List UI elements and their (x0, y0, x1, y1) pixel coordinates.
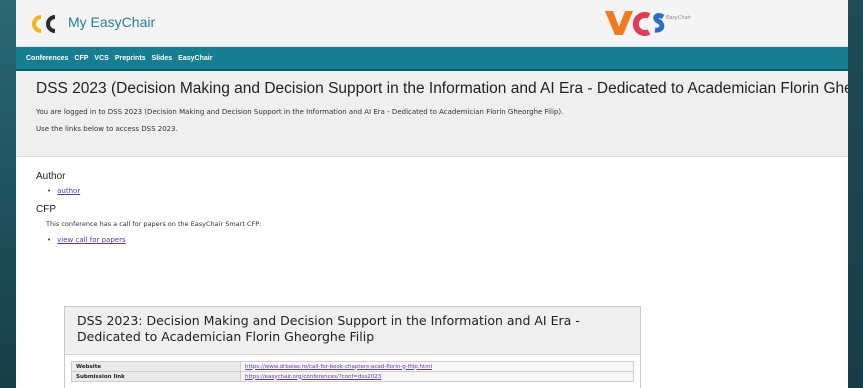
nav-slides[interactable]: Slides (152, 55, 173, 62)
page-header: My EasyChair EasyChair (16, 0, 848, 47)
view-cfp-link[interactable]: view call for papers (57, 236, 125, 244)
website-cell: https://www.drbalas.ro/call-for-book-cha… (240, 361, 634, 372)
intro-panel: DSS 2023 (Decision Making and Decision S… (16, 71, 848, 157)
website-link[interactable]: https://www.drbalas.ro/call-for-book-cha… (245, 364, 432, 370)
vcs-subtext: EasyChair (666, 15, 691, 21)
table-row: Website https://www.drbalas.ro/call-for-… (71, 361, 634, 372)
page-title: DSS 2023 (Decision Making and Decision S… (36, 80, 848, 97)
submission-link[interactable]: https://easychair.org/conferences/?conf=… (245, 374, 381, 380)
cfp-heading: CFP (36, 204, 56, 215)
my-easychair-link[interactable]: My EasyChair (68, 14, 155, 30)
cfp-info-table: Website https://www.drbalas.ro/call-for-… (71, 361, 634, 382)
submission-link-cell: https://easychair.org/conferences/?conf=… (240, 371, 634, 382)
logged-in-message: You are logged in to DSS 2023 (Decision … (36, 108, 564, 116)
cfp-description: This conference has a call for papers on… (46, 220, 262, 228)
instructions-text: Use the links below to access DSS 2023. (36, 125, 178, 134)
browser-page: My EasyChair EasyChair Conferences CFP V… (16, 0, 848, 388)
cfp-card: DSS 2023: Decision Making and Decision S… (64, 306, 641, 388)
easychair-logo-icon[interactable] (30, 13, 64, 35)
nav-vcs[interactable]: VCS (94, 55, 108, 62)
cfp-links: view call for papers (36, 237, 828, 244)
list-item: view call for papers (47, 237, 828, 244)
submission-link-label: Submission link (71, 371, 241, 382)
main-content: Author author CFP This conference has a … (16, 171, 848, 244)
author-link[interactable]: author (57, 187, 80, 195)
nav-cfp[interactable]: CFP (74, 55, 88, 62)
website-label: Website (71, 361, 241, 372)
list-item: author (47, 188, 828, 195)
nav-easychair[interactable]: EasyChair (178, 55, 212, 62)
top-nav: Conferences CFP VCS Preprints Slides Eas… (16, 47, 848, 69)
table-row: Submission link https://easychair.org/co… (71, 371, 634, 382)
desktop-background-left (0, 0, 16, 388)
vcs-logo-icon[interactable] (601, 7, 701, 39)
author-links: author (36, 188, 828, 195)
nav-conferences[interactable]: Conferences (26, 55, 68, 62)
nav-preprints[interactable]: Preprints (115, 55, 146, 62)
author-heading: Author (36, 171, 66, 182)
cfp-card-title: DSS 2023: Decision Making and Decision S… (65, 307, 640, 355)
